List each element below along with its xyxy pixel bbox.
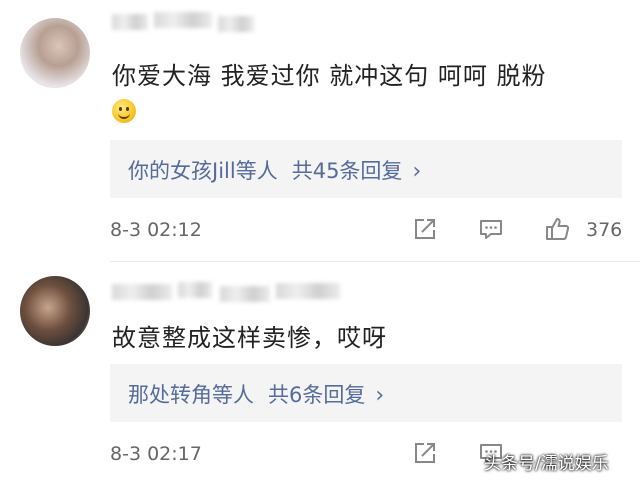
- comment-text: 你爱大海 我爱过你 就冲这句 呵呵 脱粉: [112, 62, 547, 90]
- reply-summary[interactable]: 你的女孩Jill等人 共45条回复 ›: [110, 140, 622, 198]
- comment-footer: 8-3 02:12 376: [110, 216, 640, 246]
- chevron-right-icon: ›: [375, 383, 385, 408]
- username-blurred[interactable]: [112, 282, 342, 304]
- comment-item: 你爱大海 我爱过你 就冲这句 呵呵 脱粉 你的女孩Jill等人 共45条回复 › 8…: [0, 0, 640, 262]
- avatar[interactable]: [20, 276, 90, 346]
- reply-count: 共45条回复: [291, 159, 403, 183]
- watermark-text: 头条号/濡说娱乐: [484, 454, 609, 474]
- chevron-right-icon: ›: [412, 159, 422, 184]
- share-icon[interactable]: [412, 440, 438, 466]
- reply-summary[interactable]: 那处转角等人 共6条回复 ›: [110, 364, 622, 422]
- share-icon[interactable]: [412, 216, 438, 242]
- smiley-emoji-icon: [112, 99, 136, 123]
- comment-icon[interactable]: [478, 216, 504, 242]
- reply-count: 共6条回复: [268, 383, 366, 407]
- like-count: 376: [586, 219, 623, 241]
- comment-text: 故意整成这样卖惨，哎呀: [112, 324, 387, 352]
- avatar[interactable]: [20, 18, 90, 88]
- reply-users: 你的女孩Jill等人: [128, 159, 278, 183]
- comment-time: 8-3 02:17: [110, 443, 202, 465]
- comment-time: 8-3 02:12: [110, 219, 202, 241]
- username-blurred[interactable]: [112, 10, 262, 32]
- thumbs-up-icon[interactable]: [544, 216, 570, 242]
- reply-users: 那处转角等人: [128, 383, 254, 407]
